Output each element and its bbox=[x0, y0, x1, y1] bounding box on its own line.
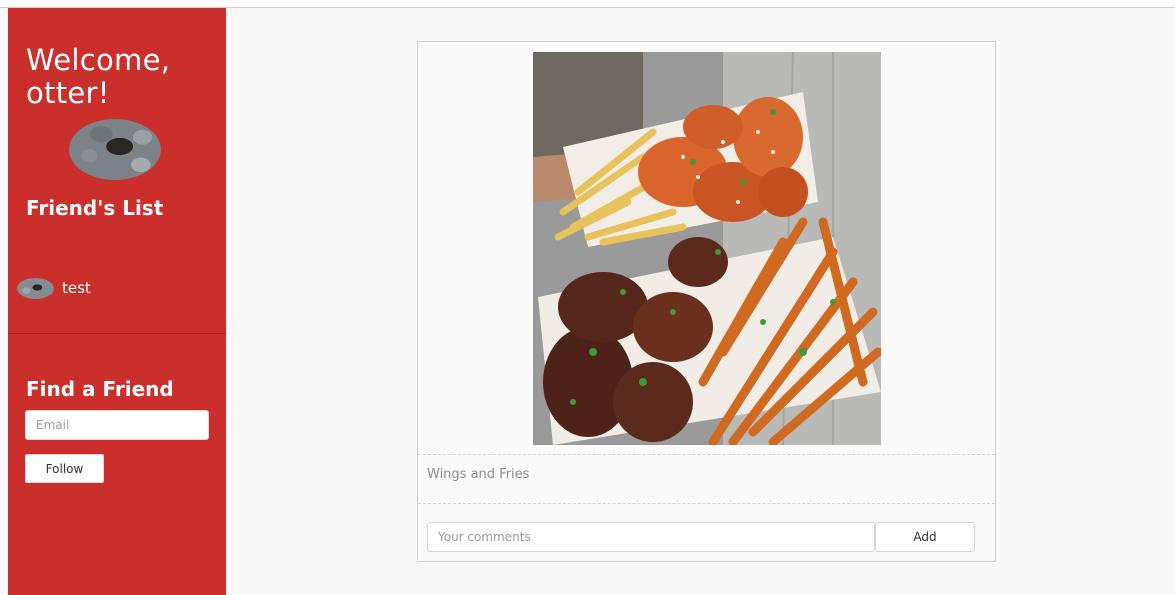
user-avatar bbox=[69, 119, 161, 180]
post-card: Wings and Fries Add bbox=[417, 41, 996, 562]
sidebar: Welcome, otter! Friend's List test Find … bbox=[8, 8, 226, 595]
caption-separator-top bbox=[418, 454, 995, 455]
follow-button[interactable]: Follow bbox=[25, 454, 104, 483]
post-caption: Wings and Fries bbox=[427, 467, 530, 482]
food-photo-illustration bbox=[533, 52, 881, 445]
welcome-heading: Welcome, otter! bbox=[26, 43, 171, 110]
sidebar-divider bbox=[8, 333, 226, 334]
find-friend-title: Find a Friend bbox=[26, 377, 174, 401]
friend-avatar bbox=[17, 277, 54, 299]
caption-separator-bottom bbox=[418, 503, 995, 504]
friends-list-title: Friend's List bbox=[26, 196, 164, 220]
email-input[interactable] bbox=[25, 410, 209, 440]
friend-name[interactable]: test bbox=[62, 279, 91, 297]
comment-input[interactable] bbox=[427, 522, 875, 552]
friend-list-item[interactable]: test bbox=[17, 276, 91, 300]
add-comment-button[interactable]: Add bbox=[875, 522, 975, 552]
post-photo bbox=[533, 52, 881, 445]
browser-top-strip bbox=[0, 0, 1175, 8]
